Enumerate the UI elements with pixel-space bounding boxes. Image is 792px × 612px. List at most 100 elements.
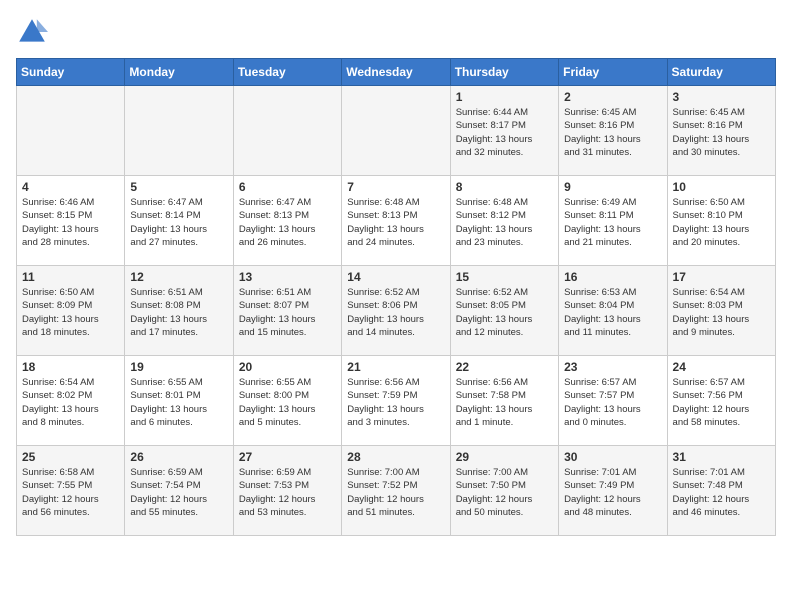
- day-number: 8: [456, 180, 553, 194]
- day-info: Sunrise: 6:51 AM Sunset: 8:07 PM Dayligh…: [239, 286, 336, 339]
- day-info: Sunrise: 6:45 AM Sunset: 8:16 PM Dayligh…: [673, 106, 770, 159]
- day-number: 22: [456, 360, 553, 374]
- calendar-cell: [17, 86, 125, 176]
- week-row-4: 18Sunrise: 6:54 AM Sunset: 8:02 PM Dayli…: [17, 356, 776, 446]
- calendar-cell: 31 Sunrise: 7:01 AM Sunset: 7:48 PM Dayli…: [667, 446, 775, 536]
- day-info: Sunrise: 6:55 AM Sunset: 8:01 PM Dayligh…: [130, 376, 227, 429]
- day-number: 14: [347, 270, 444, 284]
- calendar-cell: 7 Sunrise: 6:48 AM Sunset: 8:13 PM Daylig…: [342, 176, 450, 266]
- calendar-cell: 29 Sunrise: 7:00 AM Sunset: 7:50 PM Dayli…: [450, 446, 558, 536]
- calendar-cell: 9 Sunrise: 6:49 AM Sunset: 8:11 PM Daylig…: [559, 176, 667, 266]
- calendar-cell: 3 Sunrise: 6:45 AM Sunset: 8:16 PM Daylig…: [667, 86, 775, 176]
- day-number: 13: [239, 270, 336, 284]
- calendar-cell: 10 Sunrise: 6:50 AM Sunset: 8:10 PM Dayli…: [667, 176, 775, 266]
- calendar-cell: 16 Sunrise: 6:53 AM Sunset: 8:04 PM Dayli…: [559, 266, 667, 356]
- day-info: Sunrise: 6:50 AM Sunset: 8:10 PM Dayligh…: [673, 196, 770, 249]
- calendar-cell: [233, 86, 341, 176]
- day-info: Sunrise: 6:55 AM Sunset: 8:00 PM Dayligh…: [239, 376, 336, 429]
- calendar-cell: 30Sunrise: 7:01 AM Sunset: 7:49 PM Dayli…: [559, 446, 667, 536]
- calendar-cell: [342, 86, 450, 176]
- calendar-cell: 1 Sunrise: 6:44 AM Sunset: 8:17 PM Daylig…: [450, 86, 558, 176]
- week-row-1: 1 Sunrise: 6:44 AM Sunset: 8:17 PM Daylig…: [17, 86, 776, 176]
- calendar-cell: 4Sunrise: 6:46 AM Sunset: 8:15 PM Daylig…: [17, 176, 125, 266]
- day-info: Sunrise: 6:52 AM Sunset: 8:06 PM Dayligh…: [347, 286, 444, 339]
- calendar-cell: 18Sunrise: 6:54 AM Sunset: 8:02 PM Dayli…: [17, 356, 125, 446]
- calendar-cell: 11 Sunrise: 6:50 AM Sunset: 8:09 PM Dayli…: [17, 266, 125, 356]
- day-number: 27: [239, 450, 336, 464]
- day-info: Sunrise: 6:53 AM Sunset: 8:04 PM Dayligh…: [564, 286, 661, 339]
- calendar-cell: 13 Sunrise: 6:51 AM Sunset: 8:07 PM Dayli…: [233, 266, 341, 356]
- day-info: Sunrise: 6:59 AM Sunset: 7:54 PM Dayligh…: [130, 466, 227, 519]
- day-info: Sunrise: 6:44 AM Sunset: 8:17 PM Dayligh…: [456, 106, 553, 159]
- day-info: Sunrise: 6:54 AM Sunset: 8:02 PM Dayligh…: [22, 376, 119, 429]
- day-info: Sunrise: 6:45 AM Sunset: 8:16 PM Dayligh…: [564, 106, 661, 159]
- day-info: Sunrise: 6:48 AM Sunset: 8:13 PM Dayligh…: [347, 196, 444, 249]
- weekday-header-saturday: Saturday: [667, 59, 775, 86]
- day-number: 20: [239, 360, 336, 374]
- day-number: 7: [347, 180, 444, 194]
- weekday-header-tuesday: Tuesday: [233, 59, 341, 86]
- day-number: 31: [673, 450, 770, 464]
- day-info: Sunrise: 6:48 AM Sunset: 8:12 PM Dayligh…: [456, 196, 553, 249]
- day-info: Sunrise: 6:59 AM Sunset: 7:53 PM Dayligh…: [239, 466, 336, 519]
- calendar-cell: 14 Sunrise: 6:52 AM Sunset: 8:06 PM Dayli…: [342, 266, 450, 356]
- day-number: 24: [673, 360, 770, 374]
- day-info: Sunrise: 6:56 AM Sunset: 7:58 PM Dayligh…: [456, 376, 553, 429]
- calendar-cell: [125, 86, 233, 176]
- calendar-cell: 2 Sunrise: 6:45 AM Sunset: 8:16 PM Daylig…: [559, 86, 667, 176]
- calendar-cell: 6 Sunrise: 6:47 AM Sunset: 8:13 PM Daylig…: [233, 176, 341, 266]
- calendar-cell: 5 Sunrise: 6:47 AM Sunset: 8:14 PM Daylig…: [125, 176, 233, 266]
- week-row-2: 4Sunrise: 6:46 AM Sunset: 8:15 PM Daylig…: [17, 176, 776, 266]
- week-row-3: 11 Sunrise: 6:50 AM Sunset: 8:09 PM Dayli…: [17, 266, 776, 356]
- day-number: 30: [564, 450, 661, 464]
- day-number: 23: [564, 360, 661, 374]
- day-info: Sunrise: 6:49 AM Sunset: 8:11 PM Dayligh…: [564, 196, 661, 249]
- week-row-5: 25Sunrise: 6:58 AM Sunset: 7:55 PM Dayli…: [17, 446, 776, 536]
- day-number: 9: [564, 180, 661, 194]
- day-info: Sunrise: 7:01 AM Sunset: 7:48 PM Dayligh…: [673, 466, 770, 519]
- calendar-cell: 15Sunrise: 6:52 AM Sunset: 8:05 PM Dayli…: [450, 266, 558, 356]
- day-number: 5: [130, 180, 227, 194]
- weekday-header-monday: Monday: [125, 59, 233, 86]
- day-number: 16: [564, 270, 661, 284]
- day-number: 2: [564, 90, 661, 104]
- day-info: Sunrise: 6:50 AM Sunset: 8:09 PM Dayligh…: [22, 286, 119, 339]
- day-info: Sunrise: 6:47 AM Sunset: 8:13 PM Dayligh…: [239, 196, 336, 249]
- logo-icon: [16, 16, 48, 48]
- day-info: Sunrise: 7:00 AM Sunset: 7:52 PM Dayligh…: [347, 466, 444, 519]
- weekday-header-thursday: Thursday: [450, 59, 558, 86]
- day-number: 6: [239, 180, 336, 194]
- calendar-cell: 27 Sunrise: 6:59 AM Sunset: 7:53 PM Dayli…: [233, 446, 341, 536]
- day-number: 26: [130, 450, 227, 464]
- day-info: Sunrise: 6:52 AM Sunset: 8:05 PM Dayligh…: [456, 286, 553, 339]
- day-number: 10: [673, 180, 770, 194]
- day-info: Sunrise: 6:57 AM Sunset: 7:57 PM Dayligh…: [564, 376, 661, 429]
- day-number: 4: [22, 180, 119, 194]
- calendar-cell: 19 Sunrise: 6:55 AM Sunset: 8:01 PM Dayli…: [125, 356, 233, 446]
- day-info: Sunrise: 6:58 AM Sunset: 7:55 PM Dayligh…: [22, 466, 119, 519]
- weekday-header-row: SundayMondayTuesdayWednesdayThursdayFrid…: [17, 59, 776, 86]
- calendar-cell: 20 Sunrise: 6:55 AM Sunset: 8:00 PM Dayli…: [233, 356, 341, 446]
- day-info: Sunrise: 6:47 AM Sunset: 8:14 PM Dayligh…: [130, 196, 227, 249]
- day-number: 3: [673, 90, 770, 104]
- calendar-cell: 23 Sunrise: 6:57 AM Sunset: 7:57 PM Dayli…: [559, 356, 667, 446]
- calendar-cell: 24Sunrise: 6:57 AM Sunset: 7:56 PM Dayli…: [667, 356, 775, 446]
- weekday-header-wednesday: Wednesday: [342, 59, 450, 86]
- day-number: 21: [347, 360, 444, 374]
- day-number: 11: [22, 270, 119, 284]
- day-number: 17: [673, 270, 770, 284]
- weekday-header-sunday: Sunday: [17, 59, 125, 86]
- day-info: Sunrise: 6:51 AM Sunset: 8:08 PM Dayligh…: [130, 286, 227, 339]
- day-info: Sunrise: 6:56 AM Sunset: 7:59 PM Dayligh…: [347, 376, 444, 429]
- day-number: 29: [456, 450, 553, 464]
- calendar-cell: 28 Sunrise: 7:00 AM Sunset: 7:52 PM Dayli…: [342, 446, 450, 536]
- day-number: 28: [347, 450, 444, 464]
- day-number: 19: [130, 360, 227, 374]
- calendar-cell: 12Sunrise: 6:51 AM Sunset: 8:08 PM Dayli…: [125, 266, 233, 356]
- calendar-table: SundayMondayTuesdayWednesdayThursdayFrid…: [16, 58, 776, 536]
- calendar-cell: 21 Sunrise: 6:56 AM Sunset: 7:59 PM Dayli…: [342, 356, 450, 446]
- calendar-cell: 17Sunrise: 6:54 AM Sunset: 8:03 PM Dayli…: [667, 266, 775, 356]
- day-number: 1: [456, 90, 553, 104]
- logo: [16, 16, 52, 48]
- day-info: Sunrise: 7:00 AM Sunset: 7:50 PM Dayligh…: [456, 466, 553, 519]
